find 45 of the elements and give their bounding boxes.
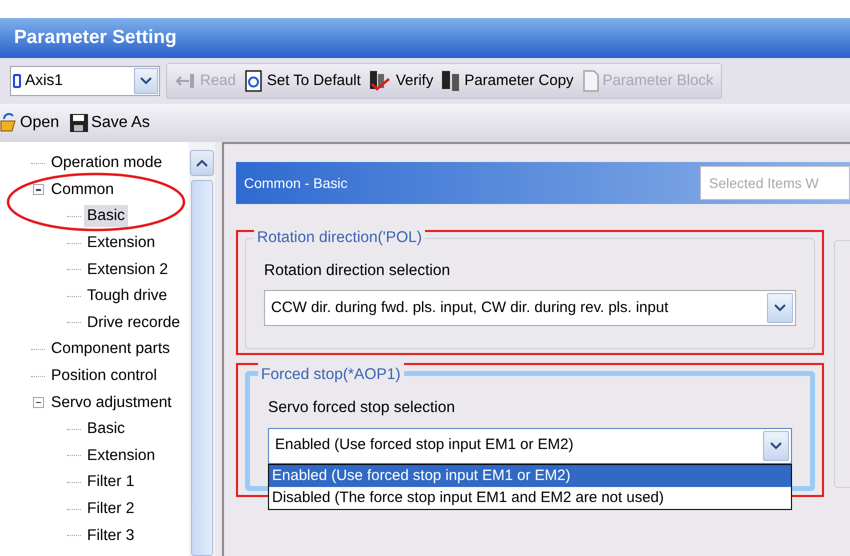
tree-item[interactable]: Position control bbox=[48, 365, 160, 388]
tree-item[interactable]: Drive recorde bbox=[84, 312, 184, 334]
tree-item[interactable]: Tough drive bbox=[84, 285, 170, 308]
axis-icon bbox=[13, 74, 21, 88]
scroll-up-button[interactable] bbox=[190, 150, 214, 176]
section-title: Common - Basic bbox=[244, 174, 348, 192]
tree-item[interactable]: Extension 2 bbox=[84, 258, 171, 281]
search-field[interactable]: Selected Items W bbox=[700, 166, 850, 200]
tree-item[interactable]: Basic bbox=[84, 418, 128, 440]
toolbar-button[interactable]: Open bbox=[0, 111, 60, 135]
document-icon bbox=[582, 70, 600, 92]
scrollbar[interactable] bbox=[189, 142, 215, 556]
toolbar-button[interactable]: Verify bbox=[368, 70, 434, 92]
tree-item[interactable]: Common bbox=[48, 178, 117, 201]
tree-item[interactable]: Filter 1 bbox=[84, 471, 138, 494]
caret-icon bbox=[140, 77, 152, 85]
toolbar-button[interactable]: Save As bbox=[69, 111, 150, 135]
tree-item[interactable]: Extension bbox=[84, 444, 158, 467]
toolbar-button[interactable]: Set To Default bbox=[244, 70, 361, 92]
tree-item[interactable]: Basic bbox=[84, 205, 128, 228]
caret-icon bbox=[770, 442, 782, 450]
dropdown[interactable]: CCW dir. during fwd. pls. input, CW dir. during rev. pls. input bbox=[264, 290, 796, 326]
dropdown-option[interactable]: Disabled (The force stop input EM1 and EM2 are not used) bbox=[269, 486, 791, 508]
open-folder-icon bbox=[0, 113, 18, 133]
caret-icon bbox=[774, 304, 786, 312]
tree-item[interactable]: Filter 3 bbox=[84, 524, 138, 547]
tree-item[interactable]: Extension bbox=[84, 232, 158, 254]
caret-up-icon bbox=[196, 159, 208, 167]
copy-icon bbox=[441, 70, 462, 92]
dropdown-option[interactable]: Enabled (Use forced stop input EM1 or EM2) bbox=[269, 464, 791, 486]
tree-item[interactable]: Operation mode bbox=[48, 152, 166, 174]
tree-item[interactable]: Component parts bbox=[48, 338, 173, 360]
axis-select[interactable]: Axis1 bbox=[10, 66, 160, 96]
dropdown[interactable]: Enabled (Use forced stop input EM1 or EM2) bbox=[268, 428, 792, 464]
field-label: Servo forced stop selection bbox=[268, 398, 456, 418]
document-refresh-icon bbox=[244, 70, 264, 92]
field-label: Rotation direction selection bbox=[264, 261, 452, 281]
tree-item[interactable]: Servo adjustment bbox=[48, 392, 175, 414]
arrow-left-icon bbox=[175, 72, 197, 90]
window-title: Parameter Setting bbox=[14, 26, 177, 50]
tree-item[interactable]: Filter 2 bbox=[84, 498, 138, 520]
collapse-toggle[interactable] bbox=[32, 184, 44, 196]
toolbar-button[interactable]: Parameter Copy bbox=[441, 70, 574, 92]
collapse-toggle[interactable] bbox=[32, 397, 44, 408]
scroll-thumb[interactable] bbox=[191, 180, 213, 556]
